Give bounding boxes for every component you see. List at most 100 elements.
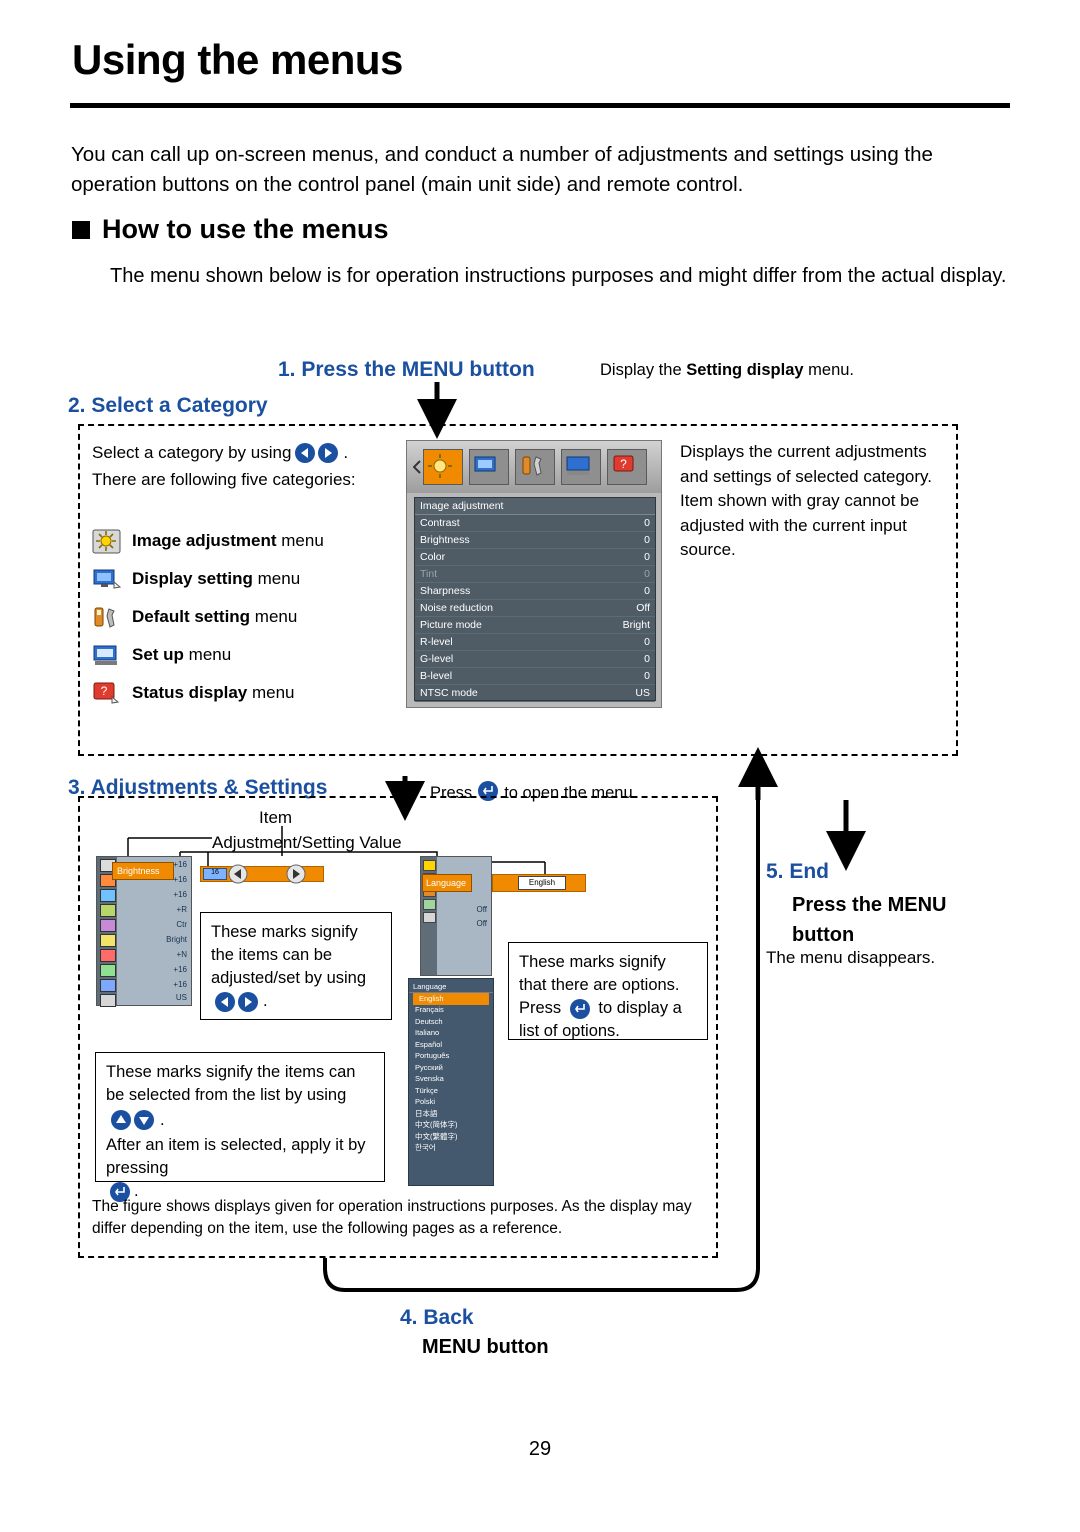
- language-option[interactable]: 中文(繁體字): [409, 1131, 493, 1143]
- osd-row[interactable]: Noise reduction Off: [415, 600, 655, 617]
- language-option[interactable]: Polski: [409, 1097, 493, 1109]
- language-list-header: Language: [409, 981, 493, 993]
- osd-body: Image adjustment Contrast 0 Brightness 0 C…: [414, 497, 656, 702]
- panel-value: +16: [173, 875, 187, 884]
- osd-row[interactable]: G-level 0: [415, 651, 655, 668]
- step-2-label: 2. Select a Category: [68, 394, 268, 417]
- callout-list-selection-a: These marks signify the items can be sel…: [106, 1063, 356, 1104]
- osd-row-value: US: [635, 687, 650, 699]
- osd-row-label: Picture mode: [420, 619, 482, 631]
- panel-icon: [100, 994, 116, 1007]
- select-category-line1: Select a category by using: [92, 443, 292, 462]
- panel-icon: [100, 904, 116, 917]
- callout-adjust-marks: These marks signify the items can be adj…: [200, 912, 392, 1020]
- osd-row[interactable]: NTSC mode US: [415, 685, 655, 702]
- panel-icon: [100, 889, 116, 902]
- bullet-square-icon: [72, 220, 90, 239]
- osd-tab-status-display[interactable]: ?: [607, 449, 647, 485]
- panel-value: +N: [176, 950, 187, 959]
- manual-page: Using the menus You can call up on-scree…: [0, 0, 1080, 1532]
- osd-row-label: G-level: [420, 653, 454, 665]
- language-option[interactable]: Türkçe: [409, 1085, 493, 1097]
- osd-row[interactable]: Picture mode Bright: [415, 617, 655, 634]
- language-label: Language: [426, 878, 467, 888]
- language-option[interactable]: 日本語: [409, 1108, 493, 1120]
- section-heading: How to use the menus: [72, 214, 389, 245]
- osd-row-value: 0: [644, 670, 650, 682]
- osd-row[interactable]: B-level 0: [415, 668, 655, 685]
- panel-icon: [100, 934, 116, 947]
- osd-row[interactable]: Color 0: [415, 549, 655, 566]
- step-5-label: 5. End: [766, 860, 830, 883]
- osd-row[interactable]: Brightness 0: [415, 532, 655, 549]
- language-option-list[interactable]: Language English Français Deutsch Italia…: [408, 978, 494, 1186]
- slider-arrow-icons: [228, 864, 306, 884]
- panel-icon: [100, 949, 116, 962]
- category-item-status-display[interactable]: ? Status display menu: [92, 674, 402, 712]
- off-value: Off: [476, 919, 487, 928]
- osd-tab-set-up[interactable]: [561, 449, 601, 485]
- category-item-image-adjustment[interactable]: Image adjustment menu: [92, 522, 402, 560]
- category-item-default-setting[interactable]: Default setting menu: [92, 598, 402, 636]
- enter-button-icon: [569, 998, 591, 1020]
- panel-value: +16: [173, 980, 187, 989]
- category-item-display-setting[interactable]: Display setting menu: [92, 560, 402, 598]
- off-value: Off: [476, 905, 487, 914]
- step-1-note: Display the Setting display menu.: [600, 361, 854, 380]
- brightness-row-highlight[interactable]: Brightness: [112, 862, 174, 880]
- panel-icon: [100, 979, 116, 992]
- slider-value-box: 16: [203, 868, 227, 880]
- step-4-sublabel: MENU button: [422, 1336, 549, 1358]
- category-item-set-up[interactable]: Set up menu: [92, 636, 402, 674]
- osd-row[interactable]: Tint 0: [415, 566, 655, 583]
- intro-paragraph: You can call up on-screen menus, and con…: [71, 143, 933, 196]
- language-option[interactable]: Svenska: [409, 1074, 493, 1086]
- osd-description: Displays the current adjustments and set…: [680, 442, 933, 559]
- osd-row-value: 0: [644, 585, 650, 597]
- language-option[interactable]: 한국어: [409, 1143, 493, 1155]
- osd-row[interactable]: R-level 0: [415, 634, 655, 651]
- language-row-highlight[interactable]: Language: [422, 874, 472, 892]
- osd-row[interactable]: Contrast 0: [415, 515, 655, 532]
- page-number: 29: [528, 1438, 552, 1460]
- callout-adjust-marks-text: These marks signify the items can be adj…: [211, 923, 367, 987]
- language-option[interactable]: English: [413, 993, 489, 1005]
- osd-menu-mock: ? Image adjustment Contrast 0 Brightness 0…: [406, 440, 662, 708]
- default-setting-icon: [92, 604, 122, 631]
- section-subtext: The menu shown below is for operation in…: [110, 265, 1007, 287]
- osd-row-value: 0: [644, 534, 650, 546]
- language-option[interactable]: Русский: [409, 1062, 493, 1074]
- language-option[interactable]: Português: [409, 1051, 493, 1063]
- select-category-line1-end: .: [343, 443, 349, 462]
- language-option[interactable]: 中文(简体字): [409, 1120, 493, 1132]
- callout-list-selection-c: After an item is selected, apply it by p…: [106, 1136, 366, 1177]
- osd-row-label: B-level: [420, 670, 453, 682]
- panel-value: Ctr: [176, 920, 187, 929]
- callout-list-selection: These marks signify the items can be sel…: [95, 1052, 385, 1202]
- up-down-buttons-icon: [109, 1109, 157, 1132]
- osd-tab-display-setting[interactable]: [469, 449, 509, 485]
- callout-options-marks: These marks signify that there are optio…: [508, 942, 708, 1040]
- callout-adjust-marks-end: .: [263, 992, 268, 1010]
- osd-row-value: Bright: [622, 619, 650, 631]
- step-5-note: The menu disappears.: [766, 948, 936, 967]
- language-option[interactable]: Italiano: [409, 1028, 493, 1040]
- osd-row-value: 0: [644, 517, 650, 529]
- osd-row-value: 0: [644, 568, 650, 580]
- osd-row-label: NTSC mode: [420, 687, 478, 699]
- osd-tab-image-adjustment[interactable]: [423, 449, 463, 485]
- osd-tab-default-setting[interactable]: [515, 449, 555, 485]
- image-adjustment-icon: [92, 528, 122, 555]
- language-option[interactable]: Deutsch: [409, 1016, 493, 1028]
- osd-row-label: Brightness: [420, 534, 470, 546]
- panel-icon: [100, 964, 116, 977]
- step-1-note-bold: Setting display: [686, 361, 804, 379]
- osd-row-value: 0: [644, 636, 650, 648]
- language-option[interactable]: Français: [409, 1005, 493, 1017]
- step-5-sublabel: Press the MENU button: [792, 894, 947, 946]
- osd-row[interactable]: Sharpness 0: [415, 583, 655, 600]
- osd-row-label: Noise reduction: [420, 602, 493, 614]
- left-right-buttons-icon: [294, 442, 340, 464]
- language-option[interactable]: Español: [409, 1039, 493, 1051]
- svg-text:?: ?: [620, 457, 627, 471]
